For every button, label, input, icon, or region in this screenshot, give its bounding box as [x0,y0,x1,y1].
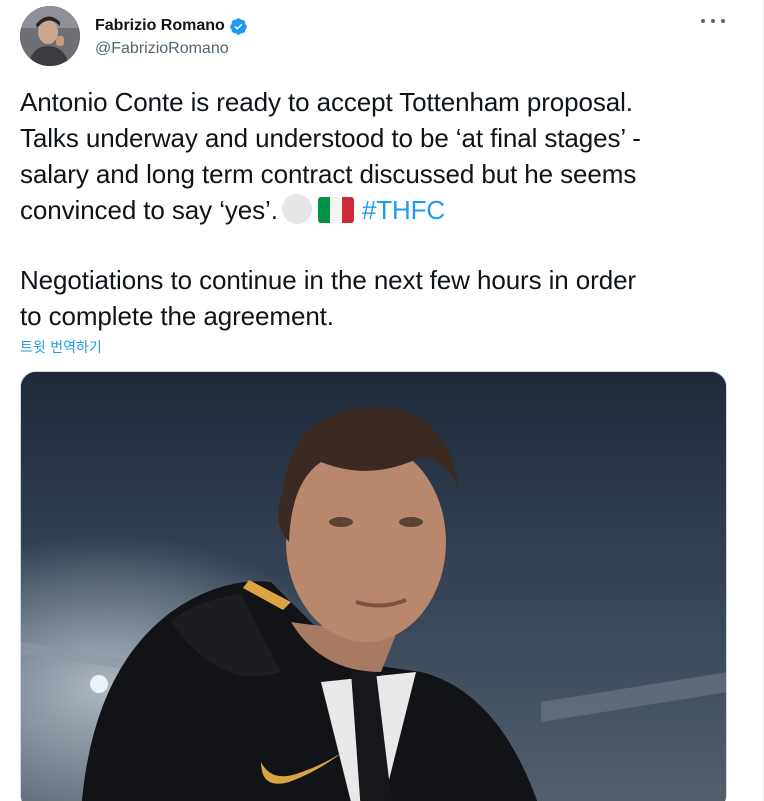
moon-emoji-icon [281,194,312,224]
tweet-text: Antonio Conte is ready to accept Tottenh… [20,84,736,334]
italy-flag-emoji-icon [317,197,354,223]
tweet-text-line: salary and long term contract discussed … [20,159,637,189]
name-row: Fabrizio Romano [95,17,248,36]
tweet-media-photo[interactable] [20,371,727,801]
tweet-text-line: Talks underway and understood to be ‘at … [20,123,641,153]
tweet-text-line: convinced to say ‘yes’. #THFC [20,192,736,228]
tweet-text-line: to complete the agreement. [20,301,334,331]
verified-badge-icon [229,17,248,36]
tweet-text-line: Negotiations to continue in the next few… [20,265,636,295]
photo-illustration [21,372,726,801]
tweet-header: Fabrizio Romano @FabrizioRomano [20,6,248,66]
author-handle[interactable]: @FabrizioRomano [95,40,248,58]
tweet-text-line: Antonio Conte is ready to accept Tottenh… [20,87,633,117]
tweet: Fabrizio Romano @FabrizioRomano Antonio … [0,0,764,801]
dot-icon [721,19,725,23]
translate-tweet-link[interactable]: 트윗 번역하기 [20,337,102,357]
more-icon[interactable] [701,12,725,30]
tweet-text-fragment: convinced to say ‘yes’. [20,195,278,225]
author-display-name[interactable]: Fabrizio Romano [95,17,225,35]
dot-icon [711,19,715,23]
author-names: Fabrizio Romano @FabrizioRomano [95,17,248,58]
author-avatar[interactable] [20,6,80,66]
dot-icon [701,19,705,23]
hashtag-link[interactable]: #THFC [362,195,445,225]
